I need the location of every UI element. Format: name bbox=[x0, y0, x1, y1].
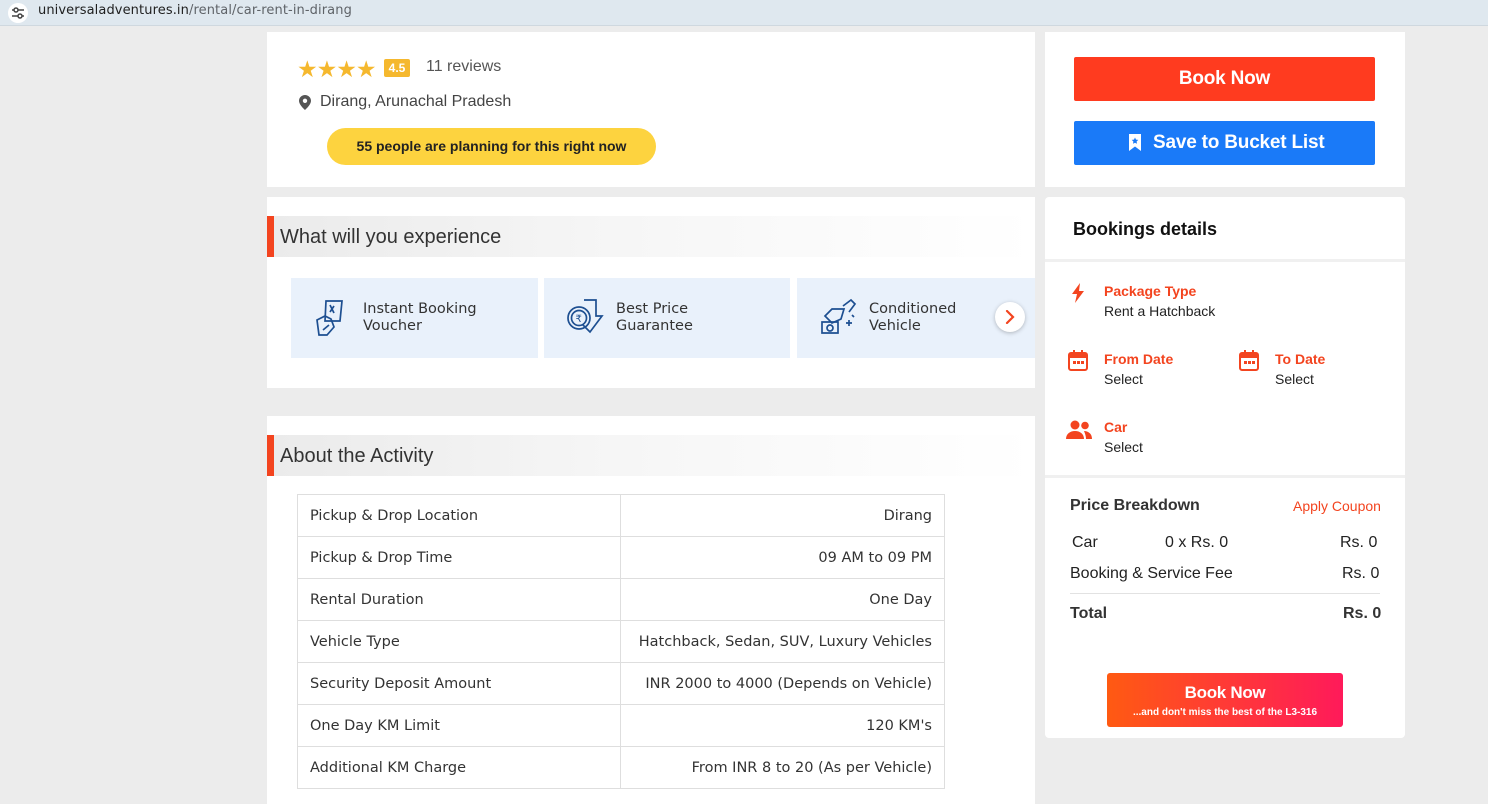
url-text[interactable]: universaladventures.in/rental/car-rent-i… bbox=[38, 3, 352, 18]
calendar-icon bbox=[1239, 350, 1259, 371]
voucher-icon bbox=[316, 300, 343, 336]
package-type-value[interactable]: Rent a Hatchback bbox=[1104, 303, 1215, 319]
site-settings-icon[interactable] bbox=[8, 3, 28, 23]
row-value: 09 AM to 09 PM bbox=[620, 536, 945, 579]
table-row: Vehicle Type Hatchback, Sedan, SUV, Luxur… bbox=[297, 620, 945, 663]
from-date-label: From Date bbox=[1104, 351, 1174, 367]
about-heading: About the Activity bbox=[267, 435, 1035, 476]
feature-line2: Vehicle bbox=[869, 318, 921, 334]
service-fee-label: Booking & Service Fee bbox=[1070, 565, 1233, 582]
row-label: One Day KM Limit bbox=[297, 704, 621, 747]
car-label: Car bbox=[1104, 419, 1128, 435]
reviews-link[interactable]: 11 reviews bbox=[426, 58, 501, 76]
row-label: Additional KM Charge bbox=[297, 746, 621, 789]
cta-subtitle: ...and don't miss the best of the L3-316 bbox=[1132, 707, 1318, 718]
rating-stars: ★★★★ bbox=[297, 56, 376, 82]
price-car-label: Car bbox=[1072, 534, 1098, 551]
bookmark-icon bbox=[1129, 134, 1141, 151]
table-row: Pickup & Drop Time 09 AM to 09 PM bbox=[297, 536, 945, 579]
rating-badge: 4.5 bbox=[384, 59, 410, 77]
people-icon bbox=[1066, 420, 1092, 439]
row-label: Security Deposit Amount bbox=[297, 662, 621, 705]
row-label: Vehicle Type bbox=[297, 620, 621, 663]
to-date-select[interactable]: Select bbox=[1275, 371, 1314, 387]
feature-instant-booking: Instant Booking Voucher bbox=[291, 278, 538, 358]
service-fee-amount: Rs. 0 bbox=[1342, 565, 1380, 582]
save-button-label: Save to Bucket List bbox=[1153, 132, 1325, 153]
planning-badge: 55 people are planning for this right no… bbox=[327, 128, 656, 165]
feature-best-price: ₹ Best Price Guarantee bbox=[544, 278, 790, 358]
feature-line1: Conditioned bbox=[869, 301, 957, 317]
experience-heading: What will you experience bbox=[267, 216, 1035, 257]
feature-line2: Guarantee bbox=[616, 318, 693, 334]
book-now-button[interactable]: Book Now bbox=[1074, 57, 1375, 101]
book-now-cta-button[interactable]: Book Now ...and don't miss the best of t… bbox=[1107, 673, 1343, 727]
price-breakdown-title: Price Breakdown bbox=[1070, 497, 1200, 514]
feature-line1: Best Price bbox=[616, 301, 689, 317]
price-car-qty: 0 x Rs. 0 bbox=[1165, 534, 1229, 551]
feature-line2: Voucher bbox=[363, 318, 422, 334]
row-value: One Day bbox=[620, 578, 945, 621]
divider bbox=[1045, 475, 1405, 478]
booking-details-card bbox=[1045, 197, 1405, 738]
feature-line1: Instant Booking bbox=[363, 301, 477, 317]
car-select[interactable]: Select bbox=[1104, 439, 1143, 455]
lightning-icon bbox=[1072, 283, 1084, 303]
row-label: Rental Duration bbox=[297, 578, 621, 621]
location-text: Dirang, Arunachal Pradesh bbox=[320, 93, 512, 110]
car-key-icon bbox=[821, 298, 857, 334]
divider bbox=[1070, 593, 1380, 594]
url-host: universaladventures.in bbox=[38, 3, 189, 18]
about-title: About the Activity bbox=[280, 445, 434, 467]
apply-coupon-link[interactable]: Apply Coupon bbox=[1293, 498, 1381, 514]
row-value: From INR 8 to 20 (As per Vehicle) bbox=[620, 746, 945, 789]
url-path: /rental/car-rent-in-dirang bbox=[188, 3, 352, 18]
row-value: Hatchback, Sedan, SUV, Luxury Vehicles bbox=[620, 620, 945, 663]
cta-title: Book Now bbox=[1184, 683, 1266, 702]
table-row: Additional KM Charge From INR 8 to 20 (As… bbox=[297, 746, 945, 789]
total-amount: Rs. 0 bbox=[1343, 605, 1382, 622]
row-label: Pickup & Drop Time bbox=[297, 536, 621, 579]
row-value: Dirang bbox=[620, 494, 945, 537]
calendar-icon bbox=[1068, 350, 1088, 371]
chevron-right-icon bbox=[1005, 310, 1015, 324]
location-pin-icon bbox=[299, 95, 311, 110]
address-bar[interactable]: universaladventures.in/rental/car-rent-i… bbox=[0, 0, 1488, 26]
svg-text:₹: ₹ bbox=[576, 314, 582, 325]
to-date-label: To Date bbox=[1275, 351, 1326, 367]
divider bbox=[1045, 259, 1405, 262]
experience-title: What will you experience bbox=[280, 226, 502, 248]
row-label: Pickup & Drop Location bbox=[297, 494, 621, 537]
row-value: 120 KM's bbox=[620, 704, 945, 747]
table-row: Rental Duration One Day bbox=[297, 578, 945, 621]
row-value: INR 2000 to 4000 (Depends on Vehicle) bbox=[620, 662, 945, 705]
table-row: Security Deposit Amount INR 2000 to 4000 … bbox=[297, 662, 945, 705]
rupee-icon: ₹ bbox=[567, 299, 604, 334]
booking-details-title: Bookings details bbox=[1073, 219, 1218, 239]
price-car-amount: Rs. 0 bbox=[1340, 534, 1378, 551]
activity-info-table: Pickup & Drop Location Dirang Pickup & Dr… bbox=[297, 494, 945, 789]
save-to-bucket-list-button[interactable]: Save to Bucket List bbox=[1074, 121, 1375, 165]
package-type-label: Package Type bbox=[1104, 283, 1197, 299]
table-row: Pickup & Drop Location Dirang bbox=[297, 494, 945, 537]
from-date-select[interactable]: Select bbox=[1104, 371, 1143, 387]
carousel-next-button[interactable] bbox=[995, 302, 1025, 332]
table-row: One Day KM Limit 120 KM's bbox=[297, 704, 945, 747]
total-label: Total bbox=[1070, 605, 1108, 622]
